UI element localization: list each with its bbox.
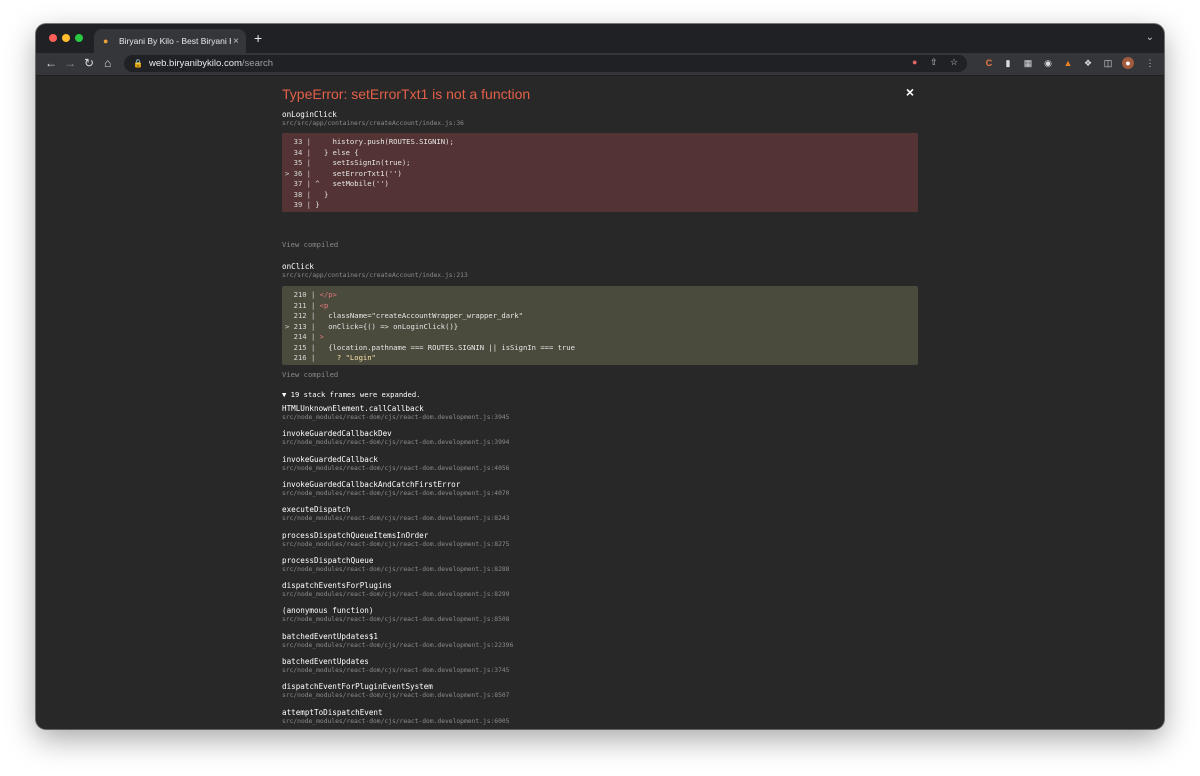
- stack-frame-function: executeDispatch: [282, 505, 351, 515]
- extension-c-icon[interactable]: C: [983, 57, 995, 69]
- bookmark-star-icon[interactable]: ☆: [950, 57, 958, 68]
- url-text[interactable]: web.biryanibykilo.com/search: [149, 58, 273, 69]
- browser-toolbar: ← → ↻ ⌂ 🔒 web.biryanibykilo.com/search ●…: [36, 53, 1164, 76]
- code-line: 33 | history.push(ROUTES.SIGNIN);: [285, 137, 454, 146]
- stack-frame-function: invokeGuardedCallbackDev: [282, 429, 392, 439]
- stack-frame-function: invokeGuardedCallbackAndCatchFirstError: [282, 479, 461, 489]
- lock-icon[interactable]: 🔒: [133, 59, 143, 68]
- stack-frame-location[interactable]: src/node_modules/react-dom/cjs/react-dom…: [282, 439, 509, 446]
- browser-window: ● Biryani By Kilo - Best Biryani H × + ⌄…: [36, 24, 1164, 729]
- profile-avatar[interactable]: ●: [1122, 57, 1134, 69]
- code-line: 215 | {location.pathname === ROUTES.SIGN…: [285, 342, 575, 352]
- browser-tab[interactable]: ● Biryani By Kilo - Best Biryani H ×: [94, 29, 246, 53]
- code-line: 216 | ? "Login": [285, 353, 376, 362]
- stack-frame-location[interactable]: src/node_modules/react-dom/cjs/react-dom…: [282, 642, 513, 649]
- stack-frame-location[interactable]: src/node_modules/react-dom/cjs/react-dom…: [282, 515, 509, 522]
- stack-frame-location[interactable]: src/node_modules/react-dom/cjs/react-dom…: [282, 414, 509, 421]
- code-line: 37 | ^ setMobile(''): [285, 179, 389, 188]
- home-icon[interactable]: ⌂: [104, 56, 111, 70]
- stack-frame-location[interactable]: src/node_modules/react-dom/cjs/react-dom…: [282, 490, 509, 497]
- forward-icon[interactable]: →: [64, 56, 76, 70]
- stack-frame-function: processDispatchQueue: [282, 555, 374, 565]
- stack-frame-location[interactable]: src/node_modules/react-dom/cjs/react-dom…: [282, 667, 509, 674]
- stack-frame-location[interactable]: src/node_modules/react-dom/cjs/react-dom…: [282, 541, 509, 548]
- code-line: 38 | }: [285, 189, 329, 199]
- sidebar-icon[interactable]: ◫: [1102, 57, 1114, 69]
- extension-tag-icon[interactable]: ▮: [1002, 57, 1014, 69]
- code-snippet: 33 | history.push(ROUTES.SIGNIN); 34 | }…: [282, 133, 918, 212]
- tab-title: Biryani By Kilo - Best Biryani H: [119, 36, 231, 46]
- tab-search-chevron-icon[interactable]: ⌄: [1146, 32, 1154, 43]
- share-icon[interactable]: ⇧: [930, 57, 938, 68]
- biryani-favicon-icon: ●: [103, 36, 109, 46]
- stack-frame-function: dispatchEventsForPlugins: [282, 581, 392, 591]
- code-snippet: 210 | </p> 211 | <p 212 | className="cre…: [282, 286, 918, 365]
- stack-frame-function: HTMLUnknownElement.callCallback: [282, 404, 424, 413]
- error-overlay: TypeError: setErrorTxt1 is not a functio…: [36, 76, 1164, 729]
- error-title: TypeError: setErrorTxt1 is not a functio…: [282, 86, 531, 102]
- tab-strip: ● Biryani By Kilo - Best Biryani H × + ⌄: [36, 24, 1164, 53]
- stack-frame-function: attemptToDispatchEvent: [282, 707, 383, 717]
- extension-puzzle-icon[interactable]: ❖: [1082, 57, 1094, 69]
- stack-frame-location[interactable]: src/node_modules/react-dom/cjs/react-dom…: [282, 692, 509, 699]
- code-line: 214 | >: [285, 332, 324, 341]
- stack-frame-location[interactable]: src/node_modules/react-dom/cjs/react-dom…: [282, 566, 509, 573]
- frame-function-name: onClick: [282, 262, 315, 271]
- extension-grid-icon[interactable]: ▦: [1022, 57, 1034, 69]
- stack-frame-location[interactable]: src/node_modules/react-dom/cjs/react-dom…: [282, 465, 509, 472]
- stack-frame-function: (anonymous function): [282, 606, 374, 616]
- address-bar[interactable]: 🔒 web.biryanibykilo.com/search ● ⇧ ☆: [124, 55, 967, 72]
- maximize-window-button[interactable]: [75, 34, 83, 42]
- stack-frame-function: batchedEventUpdates$1: [282, 631, 379, 641]
- code-line: 34 | } else {: [285, 147, 359, 157]
- code-line-highlighted: > 213 | onClick={() => onLoginClick()}: [285, 321, 459, 331]
- code-line-highlighted: > 36 | setErrorTxt1(''): [285, 168, 402, 178]
- url-host: web.biryanibykilo.com: [148, 58, 242, 69]
- stack-frame-function: processDispatchQueueItemsInOrder: [282, 530, 429, 540]
- stack-frame-location[interactable]: src/node_modules/react-dom/cjs/react-dom…: [282, 616, 509, 623]
- code-line: 212 | className="createAccountWrapper_wr…: [285, 311, 524, 320]
- url-path: /search: [241, 58, 274, 69]
- extension-circle-icon[interactable]: ◉: [1042, 57, 1054, 69]
- stack-frame-location[interactable]: src/node_modules/react-dom/cjs/react-dom…: [282, 718, 509, 725]
- reload-icon[interactable]: ↻: [84, 56, 94, 70]
- frame-location[interactable]: src/src/app/containers/createAccount/ind…: [282, 272, 468, 279]
- code-line: 39 | }: [285, 200, 320, 209]
- close-window-button[interactable]: [49, 34, 57, 42]
- code-line: 210 | </p>: [285, 290, 337, 299]
- view-compiled-link[interactable]: View compiled: [282, 240, 338, 249]
- code-line: 211 | <p: [285, 300, 329, 310]
- frame-location[interactable]: src/src/app/containers/createAccount/ind…: [282, 120, 464, 127]
- minimize-window-button[interactable]: [62, 34, 70, 42]
- stack-frame-function: batchedEventUpdates: [282, 657, 369, 666]
- stack-frame-function: invokeGuardedCallback: [282, 454, 379, 464]
- close-icon[interactable]: ×: [906, 84, 914, 100]
- code-line: 35 | setIsSignIn(true);: [285, 158, 411, 167]
- menu-dots-icon[interactable]: ⋮: [1144, 57, 1156, 69]
- stack-frame-location[interactable]: src/node_modules/react-dom/cjs/react-dom…: [282, 591, 509, 598]
- back-icon[interactable]: ←: [45, 56, 57, 70]
- blocked-popup-icon[interactable]: ●: [912, 57, 917, 67]
- metamask-fox-icon[interactable]: ▲: [1062, 57, 1074, 69]
- tab-close-icon[interactable]: ×: [233, 36, 239, 47]
- frame-function-name: onLoginClick: [282, 110, 337, 119]
- stack-frame-function: dispatchEventForPluginEventSystem: [282, 682, 433, 692]
- view-compiled-link[interactable]: View compiled: [282, 370, 338, 379]
- new-tab-button[interactable]: +: [254, 31, 262, 45]
- stack-frames-toggle[interactable]: ▼ 19 stack frames were expanded.: [282, 390, 420, 399]
